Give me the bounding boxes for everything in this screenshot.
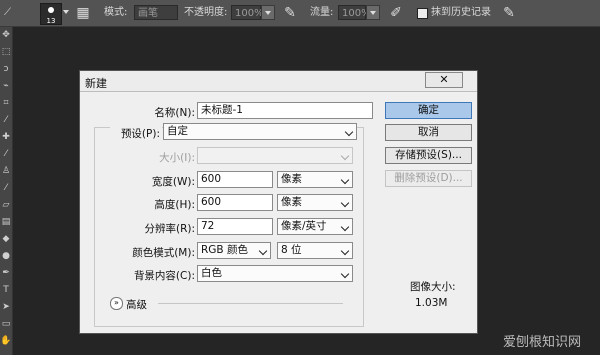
resolution-unit-select[interactable]: 像素/英寸: [277, 218, 353, 235]
delete-preset-button: 删除预设(D)...: [385, 170, 472, 187]
chevron-down-icon: [340, 198, 350, 208]
opacity-dropdown-button[interactable]: [261, 5, 275, 20]
size-select: [197, 147, 353, 164]
chevron-down-icon: [340, 246, 350, 256]
pen-tool-icon[interactable]: ✒: [0, 265, 12, 282]
lasso-tool-icon[interactable]: ↄ: [0, 61, 12, 78]
watermark-text: 爱刨根知识网: [503, 335, 582, 350]
pressure-opacity-icon[interactable]: ✎: [281, 4, 299, 22]
chevron-down-icon: [340, 175, 350, 185]
brush-size-value: 13: [46, 17, 56, 25]
width-unit-select[interactable]: 像素: [277, 171, 353, 188]
quick-select-tool-icon[interactable]: ⌁: [0, 78, 12, 95]
background-value: 白色: [201, 267, 222, 279]
chevron-down-icon: [340, 151, 350, 161]
opacity-value: 100%: [235, 8, 264, 19]
dialog-title-bar: 新建 ✕: [80, 71, 477, 92]
flow-label: 流量:: [310, 7, 334, 18]
width-unit-value: 像素: [281, 173, 302, 185]
background-label: 背景内容(C):: [133, 270, 195, 282]
type-tool-icon[interactable]: T: [0, 282, 12, 299]
eyedropper-tool-icon[interactable]: ⁄: [0, 112, 12, 129]
advanced-toggle-icon[interactable]: »: [110, 297, 123, 310]
advanced-label[interactable]: 高级: [126, 297, 147, 312]
options-bar: ⟋ 13 ▦ 模式: 画笔 不透明度: 100% ✎ 流量: 100% ✐ 抹到…: [0, 0, 600, 27]
color-mode-label: 颜色模式(M):: [132, 247, 195, 259]
advanced-divider: [158, 303, 343, 304]
pressure-size-icon[interactable]: ✎: [500, 4, 518, 22]
brush-dropdown-icon[interactable]: [63, 10, 69, 14]
path-select-tool-icon[interactable]: ➤: [0, 299, 12, 316]
airbrush-icon[interactable]: ✐: [387, 4, 405, 22]
image-size-label: 图像大小:: [410, 281, 456, 293]
brush-size-picker[interactable]: 13: [40, 3, 62, 25]
marquee-tool-icon[interactable]: ⬚: [0, 44, 12, 61]
height-unit-select[interactable]: 像素: [277, 194, 353, 211]
mode-label: 模式:: [104, 7, 128, 18]
move-tool-icon[interactable]: ✥: [0, 27, 12, 44]
chevron-down-icon: [340, 222, 350, 232]
width-label: 宽度(W):: [151, 176, 195, 188]
brush-panel-icon[interactable]: ▦: [74, 4, 92, 22]
crop-tool-icon[interactable]: ⌗: [0, 95, 12, 112]
resolution-unit-value: 像素/英寸: [281, 220, 327, 232]
chevron-down-icon: [344, 127, 354, 137]
name-label: 名称(N):: [154, 107, 195, 119]
color-mode-value: RGB 颜色: [201, 244, 248, 256]
color-mode-select[interactable]: RGB 颜色: [197, 242, 271, 259]
resolution-label: 分辨率(R):: [144, 223, 195, 235]
dodge-tool-icon[interactable]: ●: [0, 248, 12, 265]
flow-input[interactable]: 100%: [338, 5, 371, 20]
preset-label: 预设(P):: [110, 126, 162, 141]
clone-stamp-tool-icon[interactable]: ♙: [0, 163, 12, 180]
erase-history-label: 抹到历史记录: [431, 7, 491, 18]
preset-value: 自定: [167, 125, 188, 137]
shape-tool-icon[interactable]: ▭: [0, 316, 12, 333]
brush-tip-icon: [48, 7, 54, 13]
cancel-button[interactable]: 取消: [385, 124, 472, 141]
name-input[interactable]: 未标题-1: [197, 102, 373, 119]
height-unit-value: 像素: [281, 196, 302, 208]
width-input[interactable]: 600: [197, 171, 273, 188]
brush-tool-icon[interactable]: ⁄: [0, 146, 12, 163]
close-button[interactable]: ✕: [425, 72, 463, 88]
mode-value: 画笔: [138, 8, 158, 19]
height-input[interactable]: 600: [197, 194, 273, 211]
background-select[interactable]: 白色: [197, 265, 353, 282]
dialog-title: 新建: [85, 77, 107, 90]
image-size-value: 1.03M: [415, 297, 448, 309]
mode-select[interactable]: 画笔: [134, 5, 178, 20]
tools-panel: ✥ ⬚ ↄ ⌁ ⌗ ⁄ ✚ ⁄ ♙ ⁄ ▱ ▤ ◆ ● ✒ T ➤ ▭ ✋: [0, 27, 13, 355]
spot-heal-tool-icon[interactable]: ✚: [0, 129, 12, 146]
gradient-tool-icon[interactable]: ▤: [0, 214, 12, 231]
opacity-label: 不透明度:: [184, 7, 228, 18]
erase-history-checkbox[interactable]: [417, 8, 428, 19]
chevron-down-icon: [340, 269, 350, 279]
save-preset-button[interactable]: 存储预设(S)...: [385, 147, 472, 164]
bit-depth-select[interactable]: 8 位: [277, 242, 353, 259]
height-label: 高度(H):: [154, 199, 195, 211]
opacity-input[interactable]: 100%: [231, 5, 264, 20]
flow-dropdown-button[interactable]: [366, 5, 380, 20]
resolution-input[interactable]: 72: [197, 218, 273, 235]
size-label: 大小(I):: [159, 152, 195, 164]
hand-tool-icon[interactable]: ✋: [0, 333, 12, 350]
tool-preset-icon[interactable]: ⟋: [4, 0, 14, 26]
blur-tool-icon[interactable]: ◆: [0, 231, 12, 248]
new-document-dialog: 新建 ✕ 名称(N): 未标题-1 预设(P): 自定 大小(I): 宽度(W)…: [79, 70, 478, 334]
preset-select[interactable]: 自定: [163, 123, 357, 140]
ok-button[interactable]: 确定: [385, 102, 472, 119]
bit-depth-value: 8 位: [281, 244, 302, 256]
chevron-down-icon: [258, 246, 268, 256]
history-brush-tool-icon[interactable]: ⁄: [0, 180, 12, 197]
eraser-tool-icon[interactable]: ▱: [0, 197, 12, 214]
